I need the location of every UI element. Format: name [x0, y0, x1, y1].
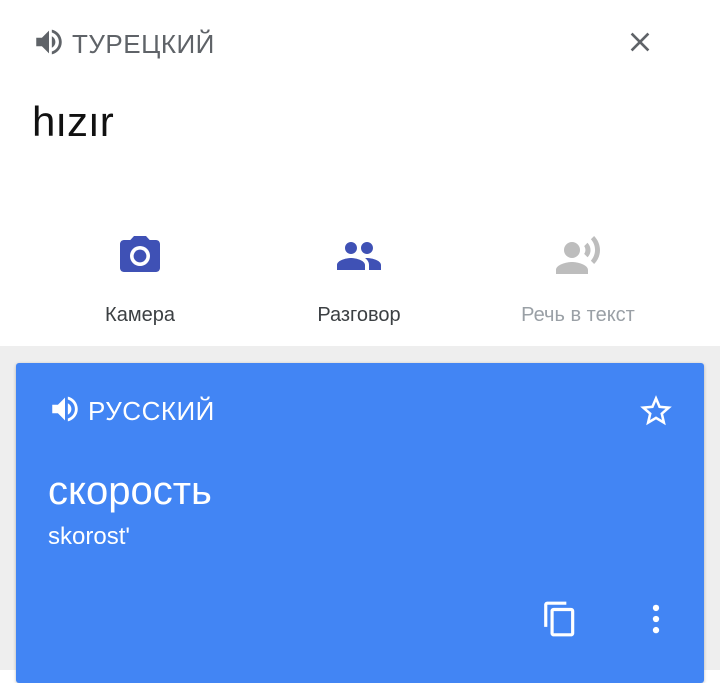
- speech-to-text-button[interactable]: Речь в текст: [478, 222, 678, 342]
- close-button[interactable]: [618, 22, 662, 66]
- camera-button[interactable]: Камера: [40, 222, 240, 342]
- more-vert-icon: [637, 600, 675, 643]
- input-actions: Камера Разговор Речь в текст: [0, 222, 720, 342]
- copy-button[interactable]: [536, 597, 584, 645]
- speaker-icon[interactable]: [32, 25, 66, 64]
- target-language-label: РУССКИЙ: [88, 395, 215, 426]
- camera-icon: [40, 232, 240, 280]
- translation-card: РУССКИЙ скорость skorost': [16, 363, 704, 683]
- translated-text[interactable]: скорость: [48, 469, 212, 514]
- source-text[interactable]: hızır: [32, 98, 114, 146]
- transliteration-text: skorost': [48, 523, 130, 550]
- conversation-icon: [259, 232, 459, 280]
- speaker-icon[interactable]: [48, 392, 82, 431]
- conversation-label: Разговор: [317, 304, 401, 326]
- speech-to-text-icon: [478, 232, 678, 280]
- more-options-button[interactable]: [632, 597, 680, 645]
- conversation-button[interactable]: Разговор: [259, 222, 459, 342]
- favorite-button[interactable]: [632, 389, 680, 437]
- source-panel: ТУРЕЦКИЙ hızır Камера Разговор Речь в те…: [0, 0, 720, 346]
- close-icon: [624, 26, 656, 63]
- star-icon: [637, 392, 675, 435]
- source-language-label: ТУРЕЦКИЙ: [72, 28, 215, 59]
- source-language-row[interactable]: ТУРЕЦКИЙ: [32, 24, 215, 64]
- copy-icon: [541, 600, 579, 643]
- speech-to-text-label: Речь в текст: [521, 304, 635, 326]
- camera-label: Камера: [105, 304, 175, 326]
- target-language-row[interactable]: РУССКИЙ: [48, 391, 215, 431]
